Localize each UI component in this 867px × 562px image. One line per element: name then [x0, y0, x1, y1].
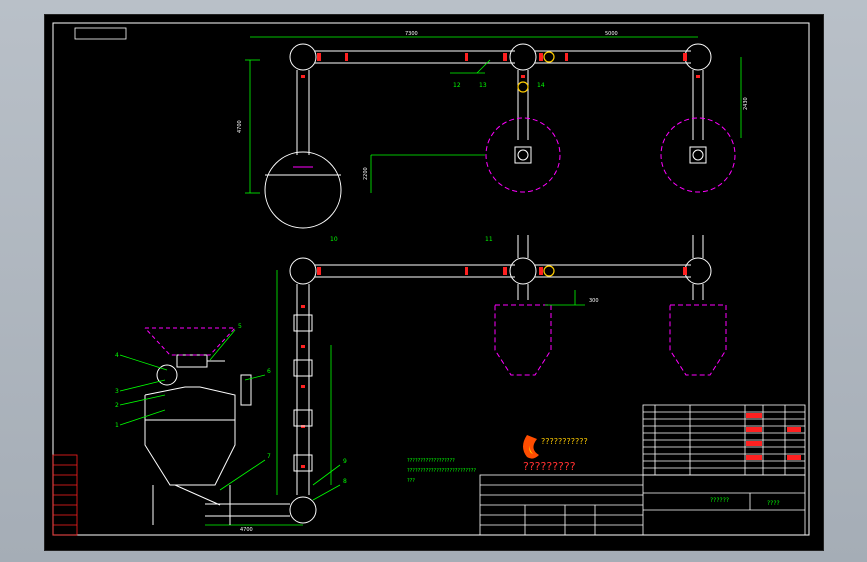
note-line-1: ??????????????????: [407, 458, 455, 464]
cad-drawing: 7300 5000 4700 2430 2200 12 13 14 300 47…: [52, 22, 810, 536]
part-label-12: 12: [453, 82, 461, 89]
part-label-1: 1: [115, 422, 119, 429]
feed-hopper: [144, 327, 237, 356]
middle-pipe-run: [205, 235, 712, 524]
dim-top-span-1: 7300: [405, 31, 418, 37]
dim-lower-offset: 300: [589, 298, 599, 304]
part-label-6: 6: [267, 368, 271, 375]
parts-list-red-cells: [746, 413, 801, 460]
pressure-vessel: [144, 354, 252, 525]
part-label-13: 13: [479, 82, 487, 89]
parts-list-table: [642, 404, 806, 476]
logo-text-line-1: ???????????: [541, 437, 588, 446]
part-label-8: 8: [343, 478, 347, 485]
corner-tag-box: [74, 27, 127, 40]
lower-hoppers: [494, 304, 727, 376]
part-label-14: 14: [537, 82, 545, 89]
dim-right-vertical: 2430: [743, 97, 749, 110]
upper-cyclones: [485, 117, 736, 193]
left-revision-table: [52, 454, 78, 536]
part-label-9: 9: [343, 458, 347, 465]
part-label-4: 4: [115, 352, 119, 359]
part-label-7: 7: [267, 453, 271, 460]
cad-viewport[interactable]: 7300 5000 4700 2430 2200 12 13 14 300 47…: [0, 0, 867, 562]
note-line-3: ???: [407, 478, 415, 484]
company-logo: [523, 435, 539, 459]
title-company: ??????: [710, 497, 729, 504]
drawing-canvas[interactable]: 7300 5000 4700 2430 2200 12 13 14 300 47…: [44, 14, 824, 551]
title-block: [479, 474, 806, 536]
logo-text-line-2: ?????????: [523, 460, 576, 473]
middle-flanges: [301, 267, 687, 468]
part-label-5: 5: [238, 323, 242, 330]
top-flanges: [301, 53, 700, 78]
part-label-2: 2: [115, 402, 119, 409]
top-pipe-run: [289, 43, 712, 155]
note-line-2: ??????????????????????????: [407, 468, 476, 474]
dim-top-span-2: 5000: [605, 31, 618, 37]
dim-bottom-width: 4700: [240, 527, 253, 533]
dim-offset-small: 2200: [363, 167, 369, 180]
dim-left-vertical: 4700: [237, 120, 243, 133]
leader-lines: [119, 329, 341, 501]
part-label-10: 10: [330, 236, 338, 243]
middle-dimensions: [205, 270, 585, 526]
title-drawing-name: ????: [767, 500, 780, 507]
part-label-3: 3: [115, 388, 119, 395]
middle-valve: [543, 265, 555, 277]
part-label-11: 11: [485, 236, 493, 243]
